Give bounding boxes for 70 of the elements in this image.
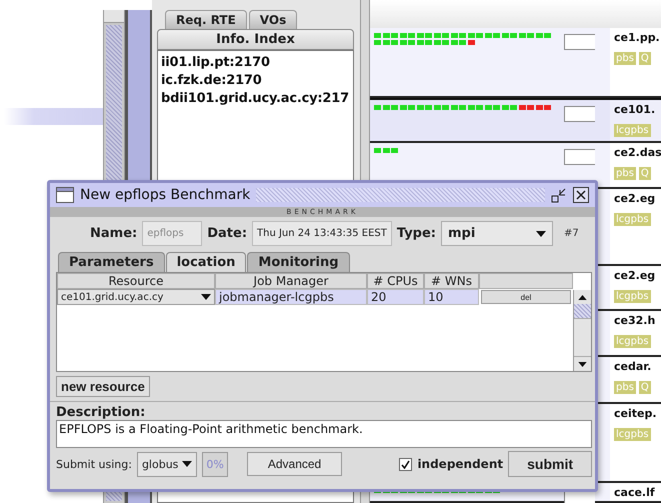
submit-dropdown[interactable]: globus <box>136 452 198 476</box>
queue-tag: Q <box>638 52 651 65</box>
type-dropdown[interactable]: mpi <box>441 221 553 246</box>
submit-button[interactable]: submit <box>508 451 592 477</box>
column-header[interactable]: # WNs <box>424 273 479 289</box>
progress-indicator: 0% <box>202 452 228 476</box>
queue-tag: lcgpbs <box>614 428 651 442</box>
resource-name: ce101. <box>614 102 656 116</box>
queue-bracket <box>564 148 595 165</box>
tab[interactable]: Info. Index <box>157 29 354 50</box>
date-field[interactable]: Thu Jun 24 13:43:35 EEST <box>252 221 392 246</box>
delete-button[interactable]: del <box>481 290 571 304</box>
tab[interactable]: Parameters <box>58 252 165 272</box>
queue-tag: Q <box>638 166 651 180</box>
window-icon <box>56 187 74 203</box>
window-title: New epflops Benchmark <box>80 187 250 203</box>
resource-name: ce2.das <box>614 146 661 159</box>
checkbox[interactable] <box>399 458 412 470</box>
scroll-down-icon[interactable] <box>578 362 587 366</box>
resource-row[interactable]: ce101. lcgpbs <box>370 98 661 143</box>
caret-icon <box>182 461 192 467</box>
table-cell: jobmanager-lcgpbs <box>215 289 367 305</box>
resource-row[interactable]: ce1.pp. pbs Q <box>370 28 661 98</box>
resource-dropdown[interactable]: ce101.grid.ucy.ac.cy <box>57 289 215 305</box>
resource-name: ceitep. <box>614 407 658 420</box>
column-header[interactable]: Resource <box>57 273 215 289</box>
list-item[interactable]: ii01.lip.pt:2170 <box>161 55 350 70</box>
queue-tag: Q <box>638 380 651 394</box>
queue-tag: pbs <box>614 52 636 65</box>
column-header[interactable]: # CPUs <box>367 273 424 289</box>
type-label: Type: <box>396 226 436 241</box>
caret-icon <box>201 294 211 300</box>
tab[interactable]: VOs <box>248 10 298 29</box>
date-label: Date: <box>207 226 248 241</box>
restore-icon[interactable] <box>551 187 567 203</box>
tab[interactable]: Monitoring <box>247 252 350 272</box>
table-cell: 20 <box>367 289 424 305</box>
list-item[interactable]: ic.fzk.de:2170 <box>161 73 350 88</box>
queue-tag: pbs <box>614 380 636 394</box>
table-cell: 10 <box>424 289 479 305</box>
queue-tag: lcgpbs <box>614 335 651 348</box>
column-header[interactable]: Job Manager <box>215 273 367 289</box>
resource-name: cedar. <box>614 360 652 373</box>
scrollbar[interactable] <box>573 290 591 371</box>
new-resource-button[interactable]: new resource <box>56 376 150 397</box>
description-label: Description: <box>55 404 146 420</box>
queue-tag: lcgpbs <box>614 213 651 226</box>
scroll-thumb[interactable] <box>574 304 591 318</box>
name-label: Name: <box>90 226 138 241</box>
description-field[interactable]: EPFLOPS is a Floating-Point arithmetic benchmark. <box>56 420 592 448</box>
resource-name: ce2.eg <box>614 192 656 206</box>
queue-tag: pbs <box>614 166 636 180</box>
queue-bracket <box>564 106 595 122</box>
resource-name: ce32.h <box>614 314 656 328</box>
queue-tag: lcgpbs <box>614 124 651 137</box>
resource-name: ce1.pp. <box>614 30 661 44</box>
checkbox-label: independent <box>417 457 504 471</box>
close-icon[interactable] <box>573 187 589 203</box>
advanced-button[interactable]: Advanced <box>246 452 342 476</box>
caret-icon <box>536 230 546 236</box>
queue-tag: lcgpbs <box>614 290 651 304</box>
resource-name: cace.lf <box>614 486 656 499</box>
submit-label: Submit using: <box>56 458 132 470</box>
list-item[interactable]: bdii101.grid.ucy.ac.cy:217 <box>161 91 350 106</box>
tab[interactable]: location <box>166 252 246 272</box>
resource-name: ce2.eg <box>614 269 656 282</box>
scroll-up-icon[interactable] <box>578 294 587 300</box>
tab[interactable]: Req. RTE <box>165 10 247 29</box>
benchmark-number: #7 <box>564 228 579 239</box>
queue-bracket <box>564 34 595 50</box>
